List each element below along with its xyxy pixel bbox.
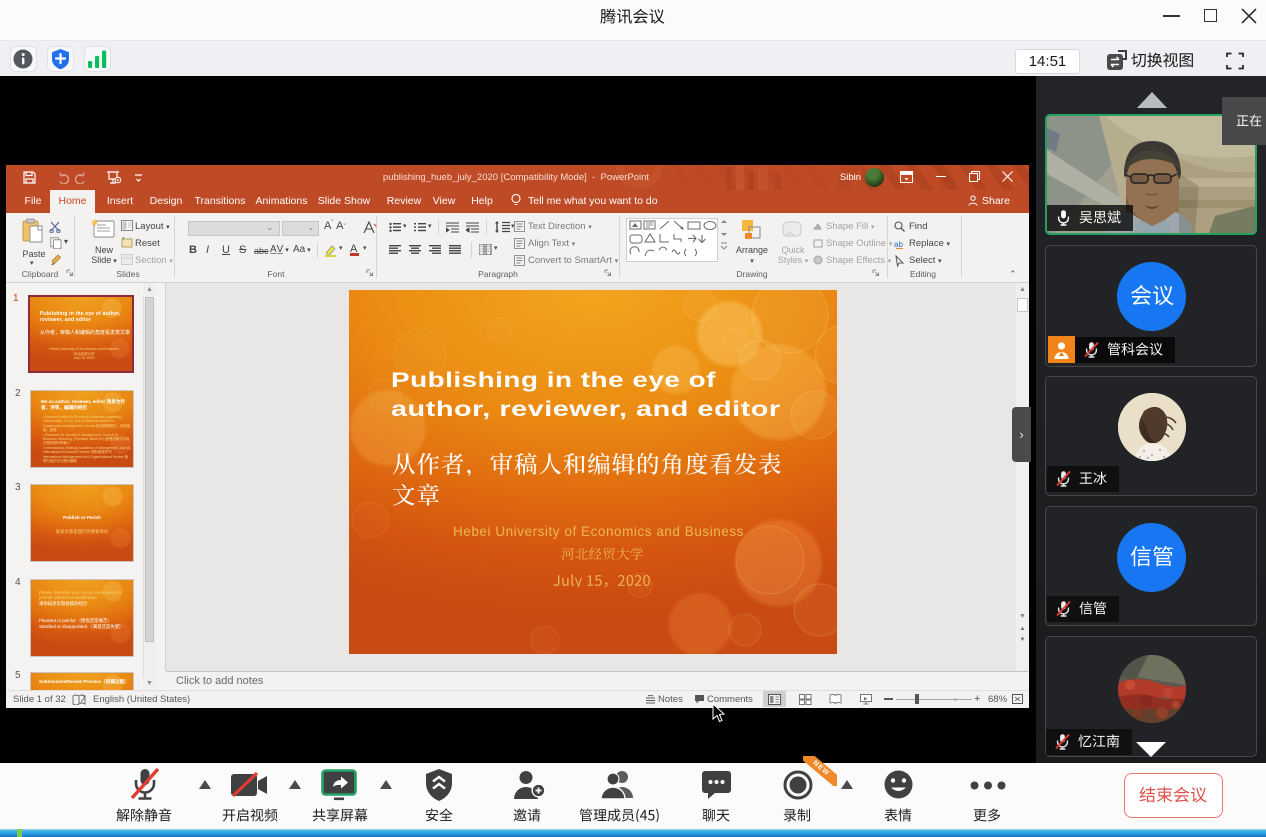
svg-text:ab: ab — [894, 240, 903, 249]
